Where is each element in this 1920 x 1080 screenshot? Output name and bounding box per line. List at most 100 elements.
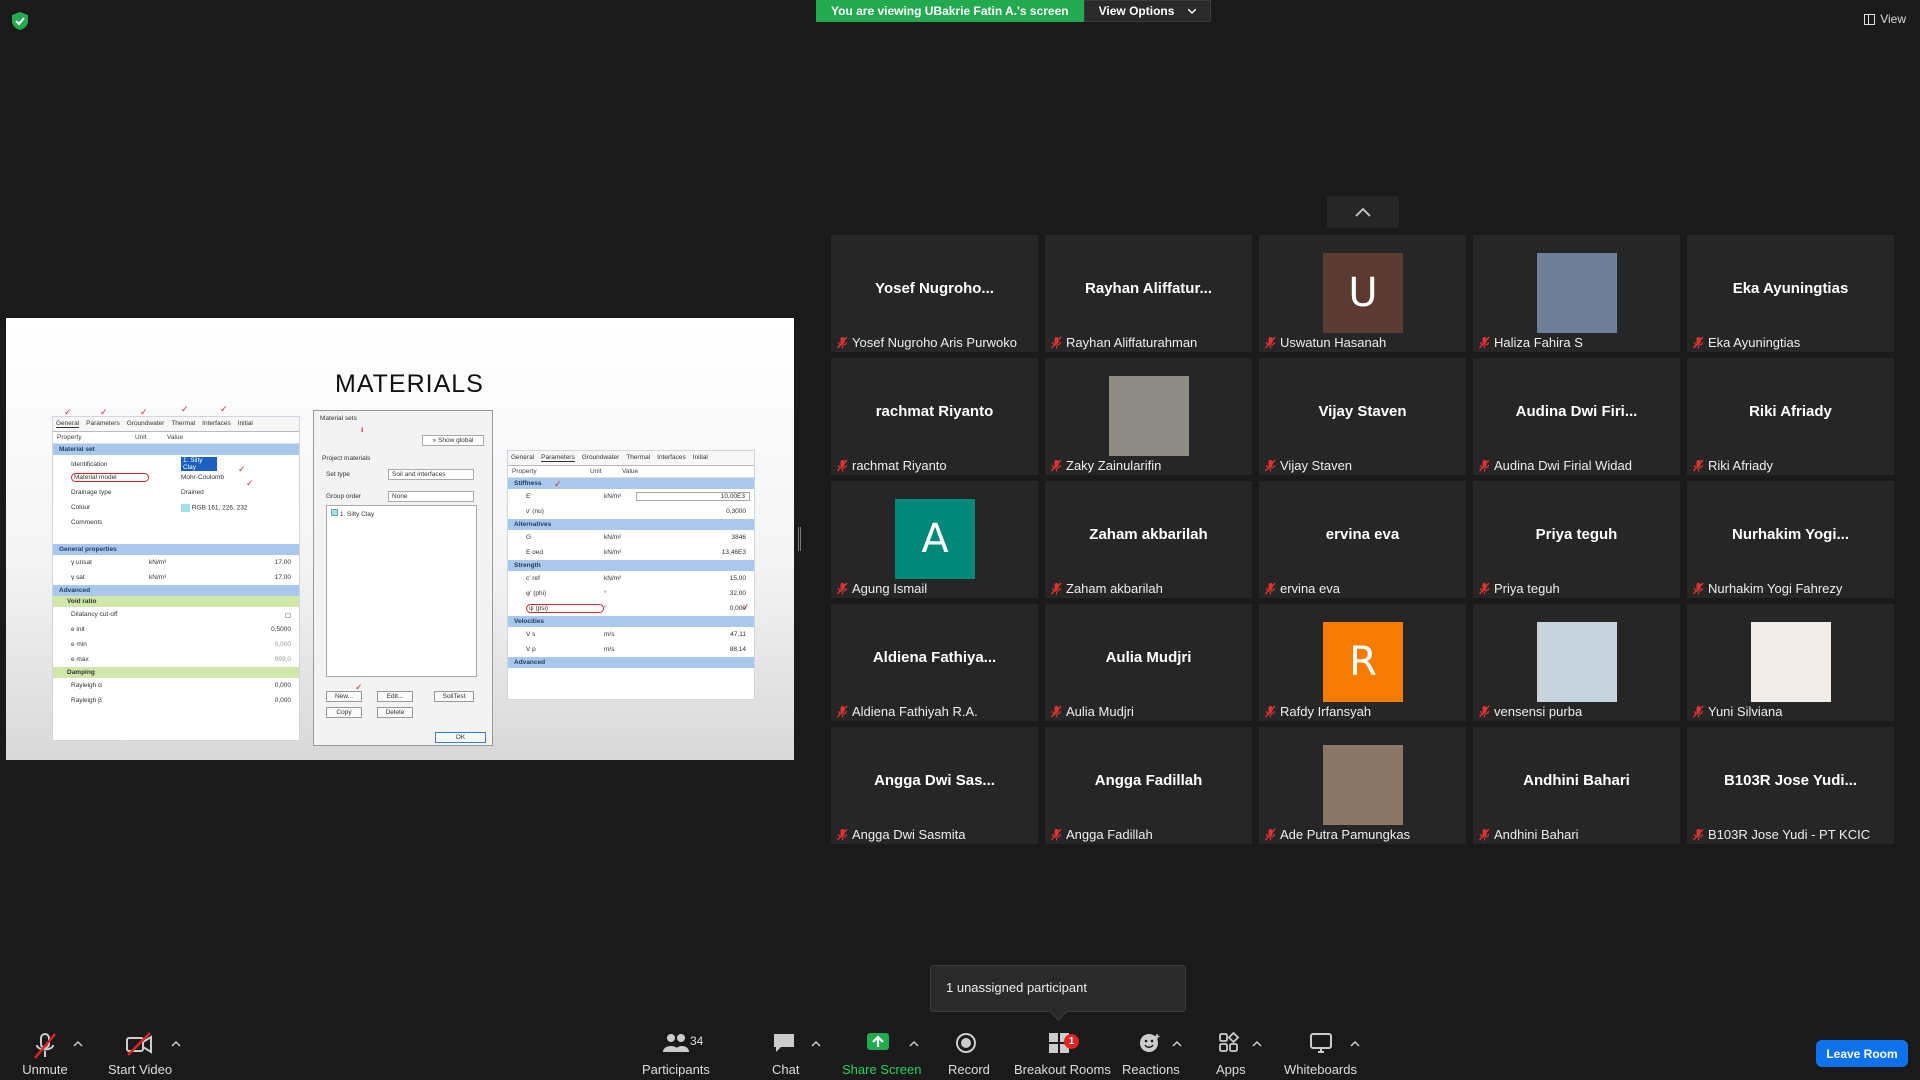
tab-thermal[interactable]: Thermal [626, 454, 650, 462]
view-button[interactable]: View [1864, 12, 1906, 26]
dilatancy-checkbox[interactable]: ▢ [181, 611, 295, 619]
set-type-select[interactable]: Soil and interfaces [388, 468, 474, 480]
mic-muted-icon [1479, 336, 1490, 348]
annotation-mark-icon: ı [361, 425, 364, 434]
participant-tile[interactable]: ervina eva ervina eva [1259, 481, 1466, 598]
row-value: Mohr-Coulomb [181, 474, 224, 481]
row-value: RGB 161, 226, 232 [191, 504, 248, 512]
apps-button[interactable]: Apps [1214, 1028, 1246, 1080]
participant-tile[interactable]: Eka Ayuningtias Eka Ayuningtias [1687, 235, 1894, 352]
participant-name-label: rachmat Riyanto [837, 457, 947, 473]
tab-general[interactable]: General [56, 420, 80, 428]
mic-muted-icon [1479, 828, 1490, 840]
security-shield-icon[interactable] [12, 12, 28, 30]
group-order-select[interactable]: None [388, 490, 474, 502]
caret-up-icon[interactable] [171, 1040, 181, 1048]
tab-initial[interactable]: Initial [693, 454, 708, 462]
table-row: e max 999,0 [53, 652, 299, 667]
list-item[interactable]: 1. Silty Clay [327, 506, 476, 521]
participant-tile[interactable]: U Uswatun Hasanah [1259, 235, 1466, 352]
participant-tile[interactable]: Haliza Fahira S [1473, 235, 1680, 352]
participant-tile[interactable]: Zaky Zainularifin [1045, 358, 1252, 475]
record-button[interactable]: Record [946, 1028, 990, 1080]
breakout-rooms-button[interactable]: Breakout Rooms [1014, 1028, 1111, 1080]
participant-display-name: B103R Jose Yudi... [1723, 772, 1858, 789]
table-row: Rayleigh α 0,000 [53, 678, 299, 693]
shared-screen[interactable]: MATERIALS General Parameters Groundwater… [6, 318, 794, 760]
identification-value[interactable]: 1. Silty Clay [181, 457, 217, 471]
soiltest-button[interactable]: SoilTest [434, 691, 474, 702]
participant-tile[interactable]: Vijay Staven Vijay Staven [1259, 358, 1466, 475]
participant-tile[interactable]: Aulia Mudjri Aulia Mudjri [1045, 604, 1252, 721]
tab-initial[interactable]: Initial [238, 420, 253, 428]
participant-tile[interactable]: Aldiena Fathiya... Aldiena Fathiyah R.A. [831, 604, 1038, 721]
whiteboards-button[interactable]: Whiteboards [1284, 1028, 1357, 1080]
participant-name: B103R Jose Yudi - PT KCIC [1708, 826, 1871, 842]
participant-tile[interactable]: rachmat Riyanto rachmat Riyanto [831, 358, 1038, 475]
tab-interfaces[interactable]: Interfaces [202, 420, 231, 428]
header-unit: Unit [135, 434, 147, 441]
tab-groundwater[interactable]: Groundwater [582, 454, 620, 462]
copy-button[interactable]: Copy [326, 707, 362, 718]
caret-up-icon[interactable] [73, 1040, 83, 1048]
participant-name-label: Agung Ismail [837, 580, 927, 596]
mic-muted-icon [1265, 582, 1276, 594]
share-screen-button[interactable]: Share Screen [842, 1028, 922, 1080]
caret-up-icon[interactable] [1350, 1040, 1360, 1048]
participant-tile[interactable]: Ade Putra Pamungkas [1259, 727, 1466, 844]
chat-button[interactable]: Chat [770, 1028, 799, 1080]
view-options-button[interactable]: View Options [1083, 0, 1212, 22]
start-video-button[interactable]: Start Video [104, 1028, 172, 1080]
participant-tile[interactable]: Angga Dwi Sas... Angga Dwi Sasmita [831, 727, 1038, 844]
participant-tile[interactable]: Audina Dwi Firi... Audina Dwi Firial Wida… [1473, 358, 1680, 475]
participant-tile[interactable]: R Rafdy Irfansyah [1259, 604, 1466, 721]
caret-up-icon[interactable] [1252, 1040, 1262, 1048]
project-materials-label: Project materials [322, 455, 371, 462]
section-advanced[interactable]: Advanced [53, 585, 299, 596]
participant-tile[interactable]: A Agung Ismail [831, 481, 1038, 598]
participants-count: 34 [690, 1034, 704, 1048]
leave-room-button[interactable]: Leave Room [1816, 1040, 1908, 1067]
row-unit: kN/m³ [149, 559, 167, 566]
row-label: Dilatancy cut-off [71, 611, 118, 618]
caret-up-icon[interactable] [909, 1040, 919, 1048]
tab-general[interactable]: General [511, 454, 534, 462]
row-label: Rayleigh α [71, 682, 102, 689]
participant-tile[interactable]: Priya teguh Priya teguh [1473, 481, 1680, 598]
participant-tile[interactable]: Angga Fadillah Angga Fadillah [1045, 727, 1252, 844]
tab-thermal[interactable]: Thermal [171, 420, 195, 428]
tab-groundwater[interactable]: Groundwater [127, 420, 165, 428]
caret-up-icon[interactable] [1172, 1040, 1182, 1048]
participant-name-label: Yuni Silviana [1693, 703, 1782, 719]
participant-tile[interactable]: Nurhakim Yogi... Nurhakim Yogi Fahrezy [1687, 481, 1894, 598]
row-value: 0,000 [274, 682, 291, 689]
split-view-handle[interactable] [798, 527, 801, 551]
participant-tile[interactable]: Yuni Silviana [1687, 604, 1894, 721]
annotation-check-icon: ✓ [220, 404, 228, 414]
participant-name: vensensi purba [1494, 703, 1583, 719]
show-global-button[interactable]: » Show global [422, 435, 484, 446]
participant-tile[interactable]: Yosef Nugroho... Yosef Nugroho Aris Purwo… [831, 235, 1038, 352]
caret-up-icon[interactable] [811, 1040, 821, 1048]
reactions-button[interactable]: Reactions [1122, 1028, 1180, 1080]
delete-button[interactable]: Delete [377, 707, 413, 718]
tab-interfaces[interactable]: Interfaces [657, 454, 686, 462]
participant-tile[interactable]: B103R Jose Yudi... B103R Jose Yudi - PT K… [1687, 727, 1894, 844]
section-advanced[interactable]: Advanced [508, 657, 754, 668]
ok-button[interactable]: OK [435, 732, 486, 743]
row-unit: ° [604, 590, 607, 597]
tab-parameters[interactable]: Parameters [86, 420, 120, 428]
avatar: U [1323, 253, 1403, 333]
apps-label: Apps [1216, 1062, 1246, 1077]
participant-tile[interactable]: Riki Afriady Riki Afriady [1687, 358, 1894, 475]
tab-parameters[interactable]: Parameters [541, 454, 575, 462]
gallery-page-up-button[interactable] [1327, 196, 1399, 228]
unmute-button[interactable]: Unmute [16, 1028, 74, 1080]
participant-tile[interactable]: Rayhan Aliffatur... Rayhan Aliffaturahman [1045, 235, 1252, 352]
participant-name-label: Ade Putra Pamungkas [1265, 826, 1410, 842]
participant-tile[interactable]: Andhini Bahari Andhini Bahari [1473, 727, 1680, 844]
e-value-field[interactable]: 10,00E3 [636, 492, 750, 501]
participant-tile[interactable]: Zaham akbarilah Zaham akbarilah [1045, 481, 1252, 598]
edit-button[interactable]: Edit... [377, 691, 413, 702]
participant-tile[interactable]: vensensi purba [1473, 604, 1680, 721]
